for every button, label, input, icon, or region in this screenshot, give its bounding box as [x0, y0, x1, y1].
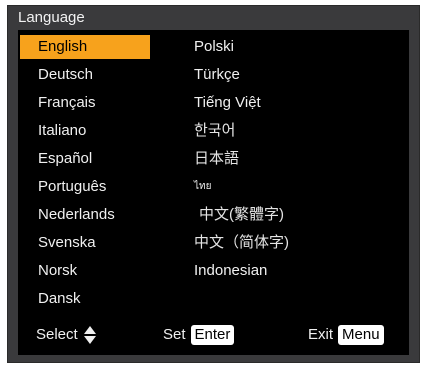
language-option-dansk[interactable]: Dansk [20, 287, 150, 311]
footer-set-hint: Set Enter [163, 323, 235, 347]
language-option-nederlands[interactable]: Nederlands [20, 203, 150, 227]
language-option-norsk[interactable]: Norsk [20, 259, 150, 283]
menu-title: Language [18, 9, 85, 26]
language-option-vietnamese[interactable]: Tiếng Việt [194, 91, 394, 115]
up-down-arrows-icon [83, 325, 96, 345]
footer-exit-hint: Exit Menu [308, 323, 384, 347]
language-option-japanese[interactable]: 日本語 [194, 147, 394, 171]
language-option-francais[interactable]: Français [20, 91, 150, 115]
language-option-thai[interactable]: ไทย [194, 175, 394, 199]
language-option-portugues[interactable]: Português [20, 175, 150, 199]
language-option-chinese-traditional[interactable]: 中文(繁體字) [199, 203, 399, 227]
language-list-panel: English Deutsch Français Italiano Españo… [18, 30, 409, 355]
enter-key-button[interactable]: Enter [190, 325, 235, 346]
language-option-espanol[interactable]: Español [20, 147, 150, 171]
menu-key-button[interactable]: Menu [338, 325, 384, 346]
language-option-deutsch[interactable]: Deutsch [20, 63, 150, 87]
exit-label: Exit [308, 326, 334, 343]
language-option-turkce[interactable]: Türkçe [194, 63, 394, 87]
language-option-polski[interactable]: Polski [194, 35, 394, 59]
language-option-chinese-simplified[interactable]: 中文（简体字) [194, 231, 394, 255]
set-label: Set [163, 326, 186, 343]
language-option-italiano[interactable]: Italiano [20, 119, 150, 143]
select-label: Select [36, 326, 78, 343]
language-option-korean[interactable]: 한국어 [194, 119, 394, 143]
footer-select-hint: Select [36, 323, 96, 347]
language-option-svenska[interactable]: Svenska [20, 231, 150, 255]
language-option-english[interactable]: English [20, 35, 150, 59]
language-option-indonesian[interactable]: Indonesian [194, 259, 394, 283]
